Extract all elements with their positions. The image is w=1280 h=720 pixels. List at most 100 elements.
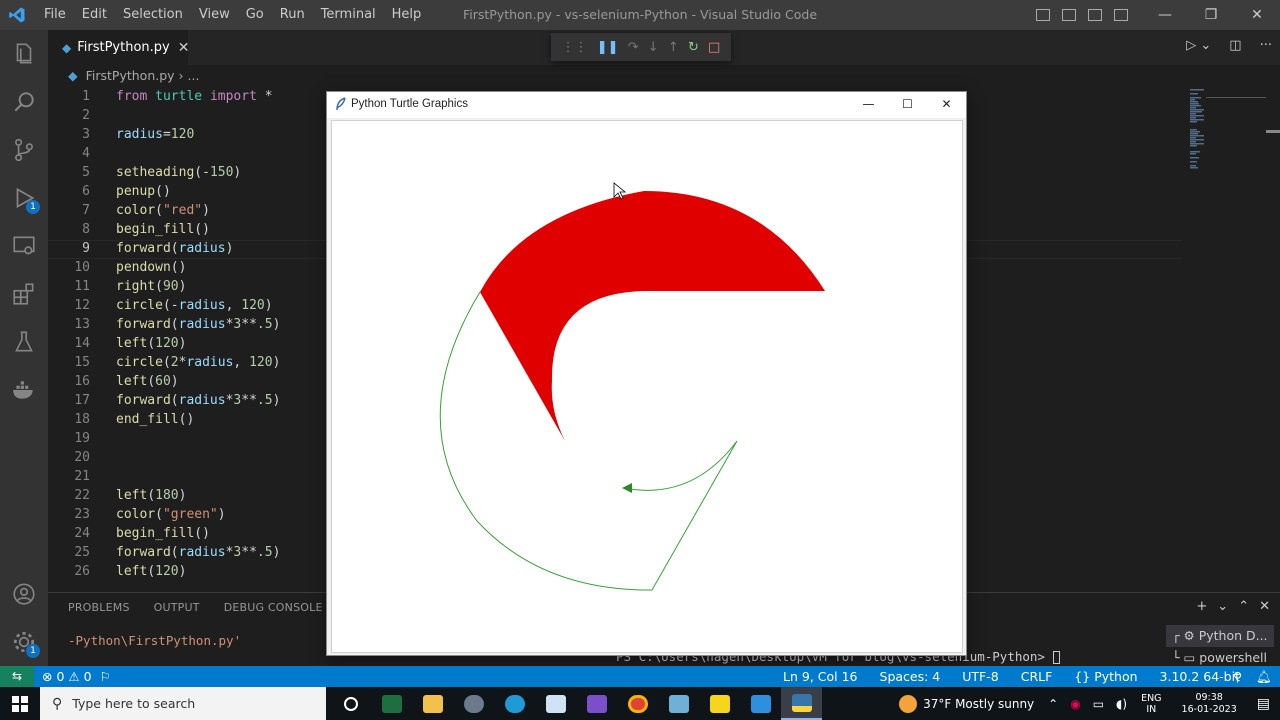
step-out-icon[interactable]: ↑ [668, 40, 679, 55]
file-explorer-icon[interactable] [412, 687, 453, 720]
python-file-icon: ◆ [62, 40, 72, 55]
code-text: left(180) [116, 488, 187, 503]
remote-indicator[interactable]: ⇆ [0, 666, 34, 687]
live-share-icon[interactable]: ⚲ [1233, 666, 1242, 687]
python-taskbar-icon[interactable] [781, 687, 822, 720]
tab-debug-console[interactable]: DEBUG CONSOLE [224, 601, 323, 614]
terminal-cursor [1052, 651, 1060, 664]
language-mode[interactable]: {} Python [1074, 666, 1137, 687]
turtle-minimize-button[interactable]: — [849, 92, 888, 116]
python-interpreter[interactable]: 3.10.2 64-bit [1160, 666, 1240, 687]
line-number: 1 [82, 89, 90, 104]
minimize-button[interactable]: — [1142, 0, 1188, 30]
testing-icon[interactable] [0, 318, 48, 366]
restore-button[interactable]: ❐ [1188, 0, 1234, 30]
terminal-item-python-debug[interactable]: ┌ ⚙ Python D... [1166, 625, 1274, 647]
split-editor-icon[interactable]: ◫ [1229, 38, 1241, 53]
menu-go[interactable]: Go [238, 0, 272, 30]
account-icon[interactable] [0, 570, 48, 618]
notification-center-icon[interactable]: ▤ [1257, 696, 1270, 712]
debug-launch-icon[interactable]: ⚐ [100, 666, 111, 687]
pause-icon[interactable]: ❚❚ [597, 40, 619, 55]
source-control-icon[interactable] [0, 126, 48, 174]
line-number: 8 [82, 222, 90, 237]
docker-icon[interactable] [0, 366, 48, 414]
visual-studio-icon[interactable] [576, 687, 617, 720]
settings-app-icon[interactable] [453, 687, 494, 720]
breadcrumb-file[interactable]: FirstPython.py [86, 68, 175, 83]
battery-icon[interactable]: ▭ [1093, 697, 1104, 711]
windows-start-icon[interactable] [0, 687, 40, 720]
notifications-bell-icon[interactable]: 🔔︎ [1256, 666, 1272, 687]
stop-icon[interactable]: □ [708, 40, 720, 55]
extensions-icon[interactable] [0, 270, 48, 318]
toggle-panel-icon[interactable] [1062, 9, 1076, 21]
edge-icon[interactable] [494, 687, 535, 720]
menu-selection[interactable]: Selection [115, 0, 191, 30]
turtle-graphics-window[interactable]: Python Turtle Graphics — ☐ ✕ [326, 91, 967, 656]
panel-tabs: PROBLEMS OUTPUT DEBUG CONSOLE T [68, 601, 354, 614]
photos-app-icon[interactable] [658, 687, 699, 720]
language-indicator[interactable]: ENG IN [1141, 693, 1161, 715]
restart-icon[interactable]: ↻ [688, 40, 699, 55]
taskbar-search-box[interactable]: ⚲ Type here to search [40, 687, 326, 720]
run-file-icon[interactable]: ▷ ⌄ [1186, 38, 1211, 53]
run-debug-icon[interactable]: 1 [0, 174, 48, 222]
cortana-icon[interactable] [330, 687, 371, 720]
speaker-icon[interactable]: ◖) [1116, 697, 1127, 711]
minimap[interactable] [1186, 87, 1266, 177]
indentation[interactable]: Spaces: 4 [880, 666, 941, 687]
search-icon[interactable] [0, 78, 48, 126]
menu-file[interactable]: File [36, 0, 74, 30]
code-text: circle(2*radius, 120) [116, 355, 281, 370]
menu-terminal[interactable]: Terminal [313, 0, 384, 30]
toggle-sidebar-icon[interactable] [1036, 9, 1050, 21]
code-text: forward(radius) [116, 241, 234, 256]
tab-output[interactable]: OUTPUT [154, 601, 200, 614]
weather-widget[interactable]: 37°F Mostly sunny [899, 694, 1034, 713]
problems-indicator[interactable]: ⊗ 0 ⚠ 0 [42, 666, 92, 687]
line-ending[interactable]: CRLF [1021, 666, 1053, 687]
close-button[interactable]: ✕ [1234, 0, 1280, 30]
vscode-taskbar-icon[interactable] [740, 687, 781, 720]
more-actions-icon[interactable]: ··· [1260, 38, 1272, 53]
step-over-icon[interactable]: ↷ [628, 40, 639, 55]
scrollbar-thumb[interactable] [1266, 130, 1280, 133]
maximize-panel-icon[interactable]: ⌃ [1238, 599, 1249, 614]
toggle-secondary-sidebar-icon[interactable] [1088, 9, 1102, 21]
new-terminal-button[interactable]: + [1196, 599, 1207, 614]
show-hidden-icons-chevron-icon[interactable]: ⌃ [1048, 697, 1058, 711]
tab-close-icon[interactable]: ✕ [178, 40, 190, 56]
breadcrumb-rest[interactable]: ... [188, 68, 200, 83]
tab-firstpython[interactable]: ◆ FirstPython.py ✕ [48, 30, 190, 65]
menu-edit[interactable]: Edit [74, 0, 115, 30]
customize-layout-icon[interactable] [1114, 9, 1128, 21]
terminal-item-label: powershell [1199, 650, 1268, 665]
drag-handle-icon[interactable]: ⋮⋮ [562, 40, 588, 55]
manage-gear-icon[interactable]: 1 [0, 618, 48, 666]
python-file-icon: ◆ [68, 68, 78, 83]
clock[interactable]: 09:38 16-01-2023 [1182, 692, 1237, 716]
turtle-title-bar[interactable]: Python Turtle Graphics — ☐ ✕ [327, 92, 966, 118]
terminal-dropdown-icon[interactable]: ⌄ [1217, 599, 1228, 614]
turtle-canvas[interactable] [331, 120, 963, 653]
excel-icon[interactable] [371, 687, 412, 720]
close-panel-icon[interactable]: ✕ [1259, 599, 1270, 614]
encoding[interactable]: UTF-8 [962, 666, 998, 687]
sticky-notes-icon[interactable] [699, 687, 740, 720]
tab-problems[interactable]: PROBLEMS [68, 601, 130, 614]
turtle-maximize-button[interactable]: ☐ [888, 92, 927, 116]
menu-run[interactable]: Run [272, 0, 313, 30]
step-into-icon[interactable]: ↓ [648, 40, 659, 55]
turtle-close-button[interactable]: ✕ [927, 92, 966, 116]
chrome-icon[interactable] [617, 687, 658, 720]
recording-icon[interactable]: ◉ [1070, 697, 1080, 711]
remote-explorer-icon[interactable] [0, 222, 48, 270]
cursor-position[interactable]: Ln 9, Col 16 [783, 666, 858, 687]
line-number: 5 [82, 165, 90, 180]
menu-view[interactable]: View [191, 0, 238, 30]
notepad-icon[interactable] [535, 687, 576, 720]
code-text: left(120) [116, 336, 187, 351]
explorer-icon[interactable] [0, 30, 48, 78]
code-text: forward(radius*3**.5) [116, 317, 281, 332]
